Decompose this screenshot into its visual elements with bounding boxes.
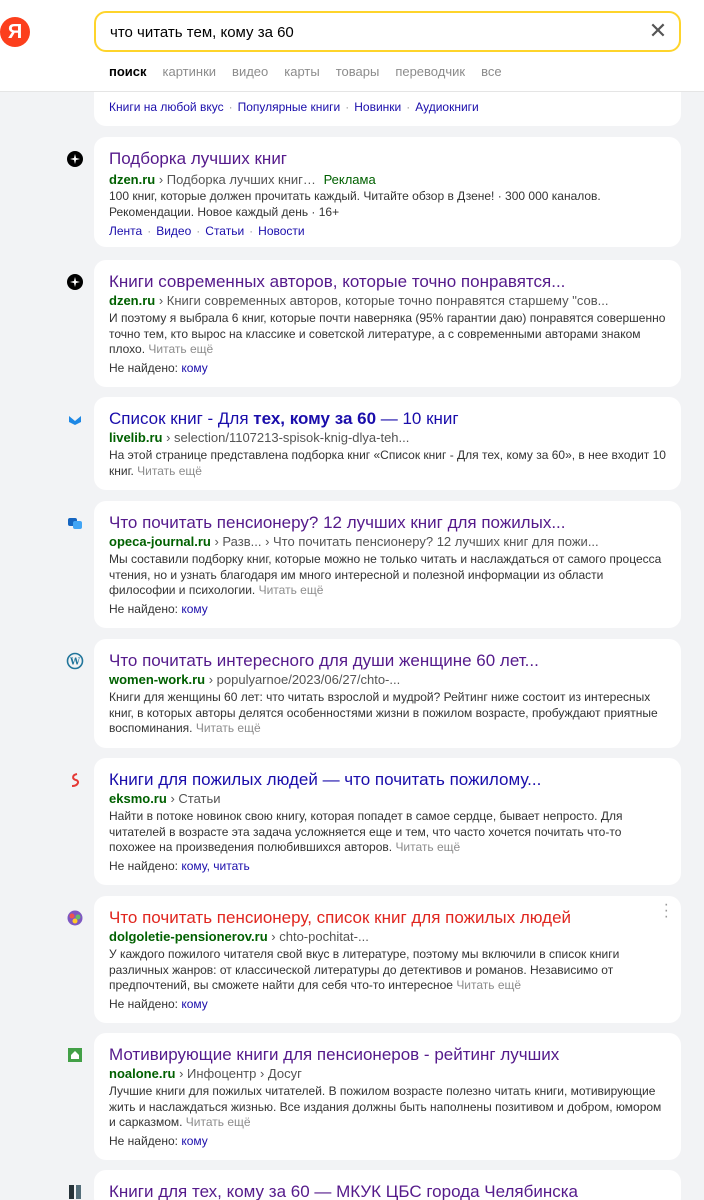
search-box[interactable]: ✕: [94, 11, 681, 52]
top-card-links: Книги на любой вкус · Популярные книги · Нов…: [109, 100, 479, 114]
sitelink-articles[interactable]: Статьи: [205, 224, 244, 238]
livelib-icon: [69, 416, 81, 425]
tab-images[interactable]: картинки: [163, 64, 217, 79]
read-more-link[interactable]: Читать ещё: [456, 978, 521, 992]
not-found-line: Не найдено: кому: [109, 997, 208, 1011]
result-title[interactable]: Мотивирующие книги для пенсионеров - рей…: [109, 1045, 559, 1065]
missing-word-link[interactable]: кому: [181, 1134, 207, 1148]
missing-word-link[interactable]: кому: [181, 602, 207, 616]
result-title[interactable]: Книги современных авторов, которые точно…: [109, 272, 565, 292]
result-snippet: Мы составили подборку книг, которые можн…: [109, 552, 662, 597]
result-title[interactable]: Книги для тех, кому за 60 — МКУК ЦБС гор…: [109, 1182, 578, 1200]
dolgoletie-icon: [67, 910, 83, 926]
result-card: Книги для тех, кому за 60 — МКУК ЦБС гор…: [94, 1170, 681, 1200]
result-card: Что почитать интересного для души женщин…: [94, 639, 681, 748]
tab-translate[interactable]: переводчик: [395, 64, 465, 79]
result-snippet: 100 книг, которые должен прочитать кажды…: [109, 189, 601, 219]
result-title[interactable]: Подборка лучших книг: [109, 149, 287, 169]
read-more-link[interactable]: Читать ещё: [148, 342, 213, 356]
result-snippet: На этой странице представлена подборка к…: [109, 448, 666, 478]
home-icon: [68, 1048, 82, 1062]
result-card: Что почитать пенсионеру? 12 лучших книг …: [94, 501, 681, 628]
result-url[interactable]: eksmo.ru › Статьи: [109, 791, 221, 806]
tab-video[interactable]: видео: [232, 64, 268, 79]
dzen-icon: [67, 274, 83, 290]
missing-word-link[interactable]: кому: [181, 997, 207, 1011]
missing-word-link[interactable]: кому: [181, 361, 207, 375]
result-title[interactable]: Что почитать пенсионеру, список книг для…: [109, 908, 571, 928]
svg-text:W: W: [69, 658, 81, 668]
read-more-link[interactable]: Читать ещё: [137, 464, 202, 478]
search-header: Я ✕ поиск картинки видео карты товары пе…: [0, 0, 704, 92]
clear-icon[interactable]: ✕: [647, 20, 669, 43]
result-snippet: Книги для женщины 60 лет: что читать взр…: [109, 690, 658, 735]
result-card: Подборка лучших книг dzen.ru › Подборка …: [94, 137, 681, 247]
ad-label: Реклама: [323, 172, 376, 187]
tab-maps[interactable]: карты: [284, 64, 319, 79]
sitelink-news[interactable]: Новости: [258, 224, 304, 238]
sitelink-feed[interactable]: Лента: [109, 224, 142, 238]
result-sitelinks: Лента · Видео · Статьи · Новости: [109, 224, 305, 238]
sitelink-video[interactable]: Видео: [156, 224, 191, 238]
link-new[interactable]: Новинки: [354, 100, 401, 114]
result-url[interactable]: dzen.ru › Книги современных авторов, кот…: [109, 293, 608, 308]
result-snippet: Найти в потоке новинок свою книгу, котор…: [109, 809, 623, 854]
result-card: Книги для пожилых людей — что почитать п…: [94, 758, 681, 885]
result-url[interactable]: livelib.ru › selection/1107213-spisok-kn…: [109, 430, 409, 445]
opeca-journal-icon: [68, 518, 82, 529]
result-snippet: У каждого пожилого читателя свой вкус в …: [109, 947, 620, 992]
result-url[interactable]: noalone.ru › Инфоцентр › Досуг: [109, 1066, 302, 1081]
result-title[interactable]: Список книг - Для тех, кому за 60 — 10 к…: [109, 409, 459, 429]
not-found-line: Не найдено: кому, читать: [109, 859, 250, 873]
read-more-link[interactable]: Читать ещё: [196, 721, 261, 735]
link-any-taste[interactable]: Книги на любой вкус: [109, 100, 224, 114]
result-url[interactable]: opeca-journal.ru › Разв... › Что почитат…: [109, 534, 599, 549]
read-more-link[interactable]: Читать ещё: [186, 1115, 251, 1129]
result-url[interactable]: dolgoletie-pensionerov.ru › chto-pochita…: [109, 929, 369, 944]
result-title[interactable]: Что почитать интересного для души женщин…: [109, 651, 539, 671]
search-input[interactable]: [110, 21, 630, 43]
result-snippet: И поэтому я выбрала 6 книг, которые почт…: [109, 311, 666, 356]
yandex-logo[interactable]: Я: [0, 17, 30, 47]
eksmo-icon: [71, 773, 80, 787]
not-found-line: Не найдено: кому: [109, 602, 208, 616]
result-title[interactable]: Что почитать пенсионеру? 12 лучших книг …: [109, 513, 566, 533]
not-found-line: Не найдено: кому: [109, 1134, 208, 1148]
result-url[interactable]: women-work.ru › populyarnoe/2023/06/27/c…: [109, 672, 400, 687]
search-tabs: поиск картинки видео карты товары перево…: [109, 64, 518, 79]
result-snippet: Лучшие книги для пожилых читателей. В по…: [109, 1084, 662, 1129]
more-options-icon[interactable]: · · ·: [664, 897, 669, 925]
result-title[interactable]: Книги для пожилых людей — что почитать п…: [109, 770, 541, 790]
tab-search[interactable]: поиск: [109, 64, 147, 79]
not-found-line: Не найдено: кому: [109, 361, 208, 375]
wordpress-icon: W: [66, 652, 84, 670]
tab-products[interactable]: товары: [336, 64, 380, 79]
link-popular[interactable]: Популярные книги: [238, 100, 341, 114]
tab-all[interactable]: все: [481, 64, 502, 79]
library-icon: [69, 1185, 81, 1199]
result-url[interactable]: dzen.ru › Подборка лучших книг… Реклама: [109, 172, 376, 187]
result-card: Что почитать пенсионеру, список книг для…: [94, 896, 681, 1023]
dzen-icon: [67, 151, 83, 167]
result-card: Список книг - Для тех, кому за 60 — 10 к…: [94, 397, 681, 490]
read-more-link[interactable]: Читать ещё: [259, 583, 324, 597]
read-more-link[interactable]: Читать ещё: [395, 840, 460, 854]
missing-word-link[interactable]: кому, читать: [181, 859, 249, 873]
result-card: Книги современных авторов, которые точно…: [94, 260, 681, 387]
link-audio[interactable]: Аудиокниги: [415, 100, 479, 114]
result-card: Мотивирующие книги для пенсионеров - рей…: [94, 1033, 681, 1160]
